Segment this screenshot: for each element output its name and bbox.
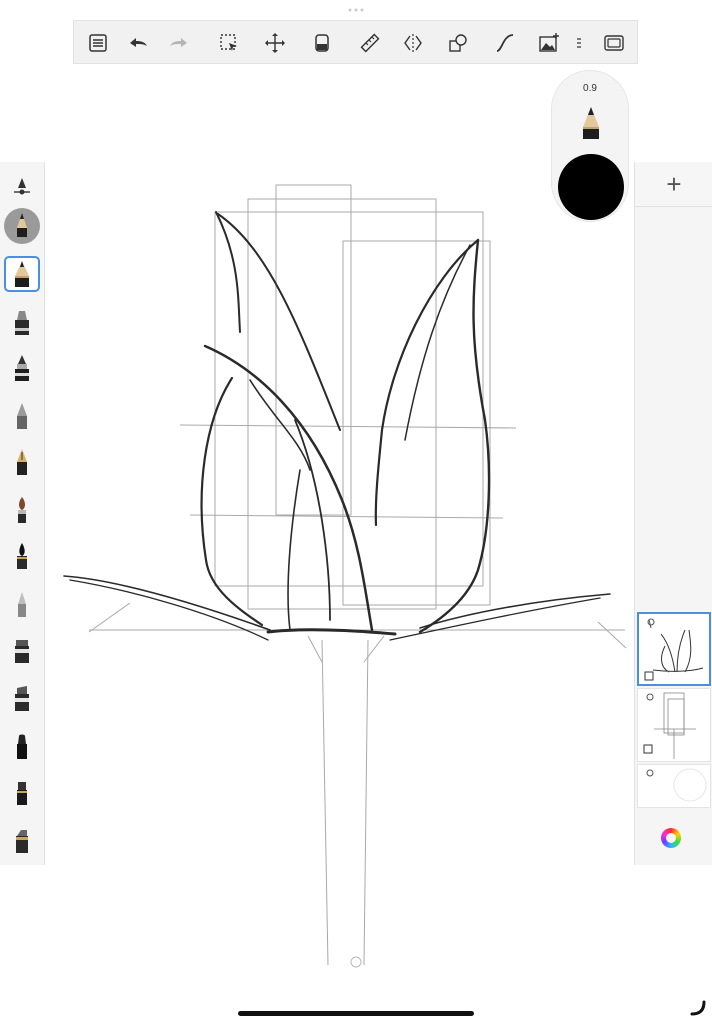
color-wheel-icon[interactable] <box>661 828 681 848</box>
ballpoint-tool-icon[interactable] <box>4 398 40 434</box>
transform-icon[interactable] <box>259 27 291 59</box>
layer-thumb-rose-sketch[interactable] <box>637 612 711 686</box>
brush-palette <box>0 162 45 865</box>
main-toolbar <box>73 20 638 64</box>
chisel-marker-tool-icon[interactable] <box>4 632 40 668</box>
stem-end <box>350 956 362 968</box>
fullscreen-icon[interactable] <box>598 27 630 59</box>
airbrush-tool-icon[interactable] <box>4 586 40 622</box>
fountain-pen-tool-icon[interactable] <box>4 444 40 480</box>
brush-size-icon[interactable] <box>4 208 40 244</box>
undo-icon[interactable] <box>122 27 154 59</box>
brush-puck[interactable]: 0.9 <box>551 70 629 222</box>
brush-pen-tool-icon[interactable] <box>4 538 40 574</box>
felt-tip-tool-icon[interactable] <box>4 728 40 764</box>
guide-lines <box>88 184 627 966</box>
layer-thumb-background[interactable] <box>637 764 711 808</box>
home-indicator <box>238 1011 474 1016</box>
marker-tool-icon[interactable] <box>4 304 40 340</box>
pencil-brush-icon[interactable] <box>580 105 602 141</box>
block-marker-tool-icon[interactable] <box>4 774 40 810</box>
brush-properties-icon[interactable] <box>4 168 40 204</box>
layer-icon[interactable] <box>306 27 338 59</box>
pencil-tool-icon[interactable] <box>4 256 40 292</box>
list-icon[interactable] <box>82 27 114 59</box>
layer-thumb-guides[interactable] <box>637 688 711 762</box>
more-icon[interactable] <box>572 27 586 59</box>
brush-opacity-value[interactable]: 0.9 <box>552 83 628 94</box>
ink-tool-icon[interactable] <box>4 350 40 386</box>
layer-panel: + <box>634 162 712 865</box>
add-layer-button[interactable]: + <box>635 162 712 207</box>
redo-icon[interactable] <box>163 27 195 59</box>
eraser-tool-icon[interactable] <box>4 822 40 858</box>
current-color-swatch[interactable] <box>558 154 624 220</box>
toolbar-grabber[interactable] <box>347 8 365 12</box>
symmetry-icon[interactable] <box>397 27 429 59</box>
shapes-icon[interactable] <box>442 27 474 59</box>
paintbrush-tool-icon[interactable] <box>4 492 40 528</box>
selection-icon[interactable] <box>213 27 245 59</box>
wide-marker-tool-icon[interactable] <box>4 680 40 716</box>
image-add-icon[interactable] <box>533 27 565 59</box>
ruler-icon[interactable] <box>354 27 386 59</box>
corner-gesture-icon[interactable] <box>690 1000 706 1016</box>
curve-icon[interactable] <box>489 27 521 59</box>
